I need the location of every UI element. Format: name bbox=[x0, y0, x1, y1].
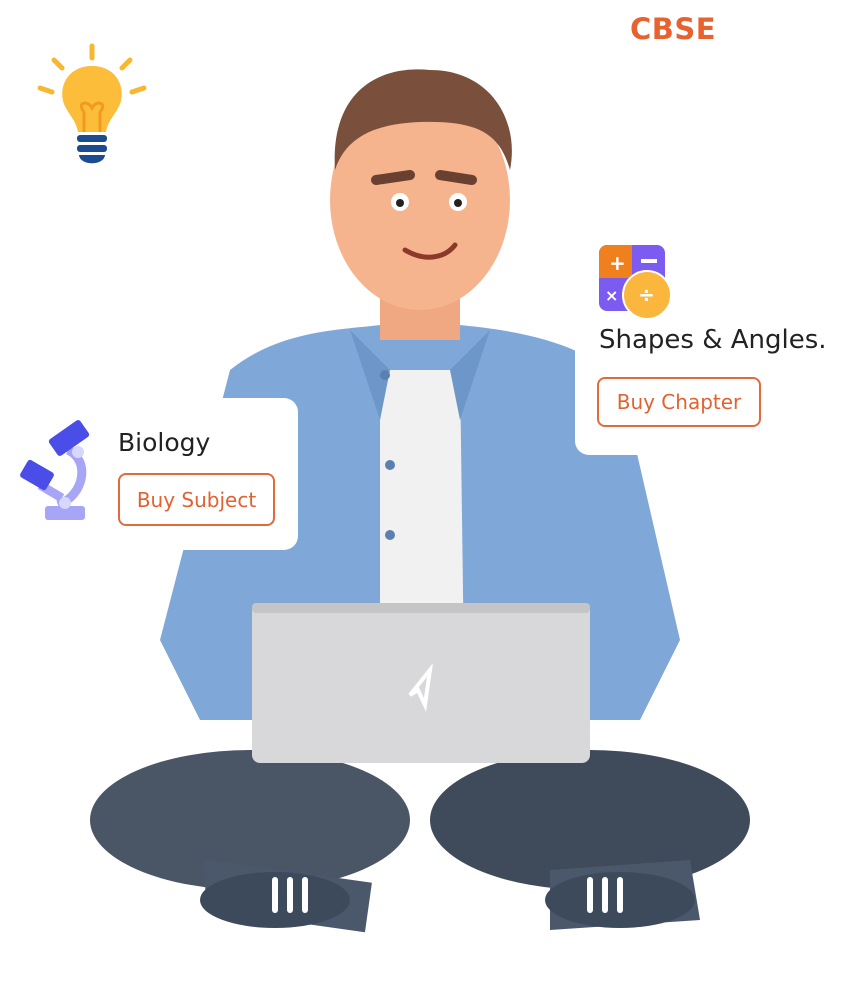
calculator-icon: + × ÷ bbox=[599, 245, 672, 320]
chapter-card-shapes-angles: + × ÷ Shapes & Angles. Buy Chapter bbox=[575, 230, 857, 455]
buy-subject-button[interactable]: Buy Subject bbox=[118, 473, 275, 526]
subject-card-biology: Biology Buy Subject bbox=[0, 398, 298, 550]
svg-text:×: × bbox=[605, 286, 618, 305]
card-title: Shapes & Angles. bbox=[599, 325, 827, 355]
svg-text:÷: ÷ bbox=[638, 283, 655, 307]
card-title: Biology bbox=[118, 428, 211, 457]
microscope-icon bbox=[20, 420, 90, 520]
buy-chapter-button[interactable]: Buy Chapter bbox=[597, 377, 761, 427]
svg-text:+: + bbox=[609, 251, 626, 275]
